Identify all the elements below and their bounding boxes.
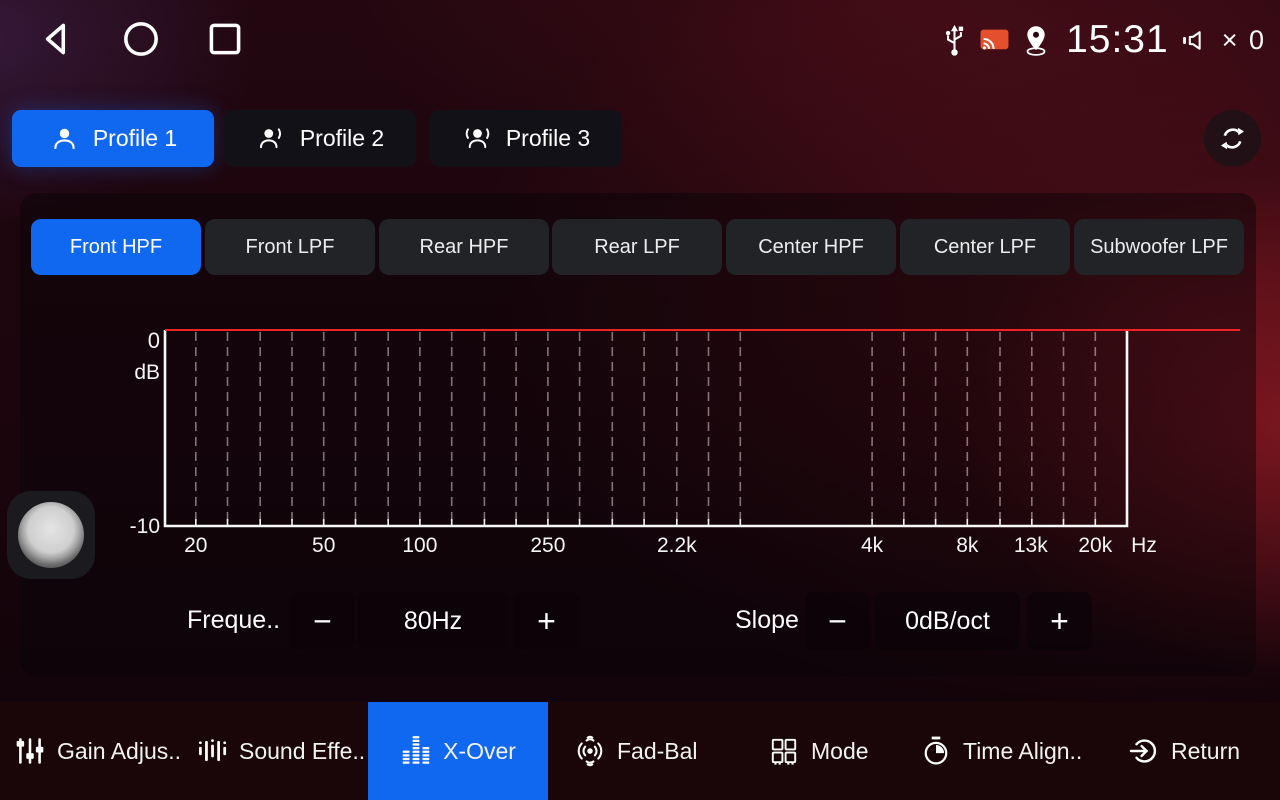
frequency-label: Freque..: [187, 606, 280, 635]
nav-item-gain-adjus[interactable]: Gain Adjus..: [14, 702, 181, 800]
volume-level: × 0: [1222, 25, 1266, 56]
gain-adjust-icon: [14, 735, 46, 767]
nav-item-sound-effe[interactable]: Sound Effe..: [196, 702, 365, 800]
head-unit-screen: 15:31 × 0 Profile 1 Profile 2 Profile 3 Fr…: [0, 0, 1280, 800]
speaker-mode-icon: [768, 735, 800, 767]
nav-item-x-over[interactable]: X-Over: [368, 702, 548, 800]
status-bar: 15:31 × 0: [0, 0, 1280, 82]
filter-tab-label: Center HPF: [758, 236, 864, 259]
bottom-nav: Gain Adjus.. Sound Effe.. X-Over Fad-Bal Mod…: [0, 702, 1280, 800]
assistive-touch-knob-icon: [18, 502, 84, 568]
x-tick-label: 100: [402, 534, 437, 557]
android-nav-buttons: [34, 16, 248, 62]
x-tick-label: 4k: [861, 534, 884, 557]
person-voice-icon: [256, 123, 287, 154]
location-icon: [1021, 23, 1051, 58]
refresh-button[interactable]: [1204, 110, 1261, 167]
home-icon: [118, 16, 164, 62]
nav-item-time-align[interactable]: Time Align..: [920, 702, 1082, 800]
slope-label: Slope: [735, 606, 799, 635]
y-tick-label-max: 0: [148, 328, 160, 353]
nav-item-label: Mode: [811, 738, 869, 765]
sound-effects-icon: [196, 735, 228, 767]
volume-muted-icon: [1180, 25, 1211, 56]
cast-icon: [979, 27, 1010, 54]
nav-item-return[interactable]: Return: [1128, 702, 1240, 800]
x-tick-label: 20k: [1078, 534, 1112, 557]
profile-label: Profile 1: [93, 125, 177, 152]
filter-tab-label: Rear LPF: [594, 236, 680, 259]
nav-item-label: Gain Adjus..: [57, 738, 181, 765]
clock: 15:31: [1066, 18, 1169, 62]
y-tick-label-min: -10: [130, 515, 160, 538]
time-alignment-icon: [920, 735, 952, 767]
nav-item-label: Fad-Bal: [617, 738, 698, 765]
filter-tab-front-hpf[interactable]: Front HPF: [31, 219, 201, 275]
profile-tab-1[interactable]: Profile 1: [12, 110, 214, 167]
nav-item-label: X-Over: [443, 738, 516, 765]
x-tick-label: 50: [312, 534, 335, 557]
filter-tab-label: Front HPF: [70, 236, 162, 259]
x-axis-unit: Hz: [1131, 534, 1157, 557]
crossover-eq-icon: [400, 735, 432, 767]
x-tick-label: 8k: [956, 534, 979, 557]
status-icons: 15:31 × 0: [941, 10, 1266, 70]
x-tick-label: 2.2k: [657, 534, 697, 557]
fader-balance-icon: [574, 735, 606, 767]
frequency-minus-button[interactable]: −: [290, 592, 355, 650]
frequency-value: 80Hz: [358, 592, 508, 650]
filter-tab-center-hpf[interactable]: Center HPF: [726, 219, 896, 275]
nav-item-fad-bal[interactable]: Fad-Bal: [574, 702, 698, 800]
filter-tab-label: Front LPF: [246, 236, 335, 259]
refresh-icon: [1217, 123, 1248, 154]
person-broadcast-icon: [462, 123, 493, 154]
filter-tab-center-lpf[interactable]: Center LPF: [900, 219, 1070, 275]
recents-button[interactable]: [202, 16, 248, 62]
x-tick-label: 250: [530, 534, 565, 557]
slope-plus-button[interactable]: +: [1027, 592, 1092, 650]
assistive-touch-button[interactable]: [7, 491, 95, 579]
return-icon: [1128, 735, 1160, 767]
person-icon: [49, 123, 80, 154]
home-button[interactable]: [118, 16, 164, 62]
x-tick-label: 20: [184, 534, 207, 557]
back-icon: [34, 16, 80, 62]
profile-tab-3[interactable]: Profile 3: [430, 110, 622, 167]
profile-label: Profile 2: [300, 125, 384, 152]
filter-tab-rear-hpf[interactable]: Rear HPF: [379, 219, 549, 275]
frequency-response-chart: 0 dB -10 20 50 100 250 2.2k 4k 8k 13k 20k Hz: [130, 318, 1260, 580]
chart-svg: 0 dB -10 20 50 100 250 2.2k 4k 8k 13k 20k Hz: [130, 318, 1260, 580]
nav-item-label: Return: [1171, 738, 1240, 765]
slope-value: 0dB/oct: [875, 592, 1020, 650]
filter-tab-rear-lpf[interactable]: Rear LPF: [552, 219, 722, 275]
filter-tab-label: Rear HPF: [420, 236, 509, 259]
filter-tab-label: Subwoofer LPF: [1090, 236, 1228, 259]
frequency-plus-button[interactable]: +: [513, 592, 580, 650]
x-tick-label: 13k: [1014, 534, 1048, 557]
nav-item-label: Sound Effe..: [239, 738, 365, 765]
filter-tab-subwoofer-lpf[interactable]: Subwoofer LPF: [1074, 219, 1244, 275]
nav-item-label: Time Align..: [963, 738, 1082, 765]
profile-label: Profile 3: [506, 125, 590, 152]
filter-tab-label: Center LPF: [934, 236, 1036, 259]
recents-icon: [202, 16, 248, 62]
y-axis-unit: dB: [134, 361, 160, 384]
usb-icon: [941, 22, 968, 58]
filter-tab-front-lpf[interactable]: Front LPF: [205, 219, 375, 275]
back-button[interactable]: [34, 16, 80, 62]
slope-minus-button[interactable]: −: [805, 592, 870, 650]
profile-tab-2[interactable]: Profile 2: [224, 110, 416, 167]
nav-item-mode[interactable]: Mode: [768, 702, 869, 800]
chart-axes: [165, 330, 1127, 526]
